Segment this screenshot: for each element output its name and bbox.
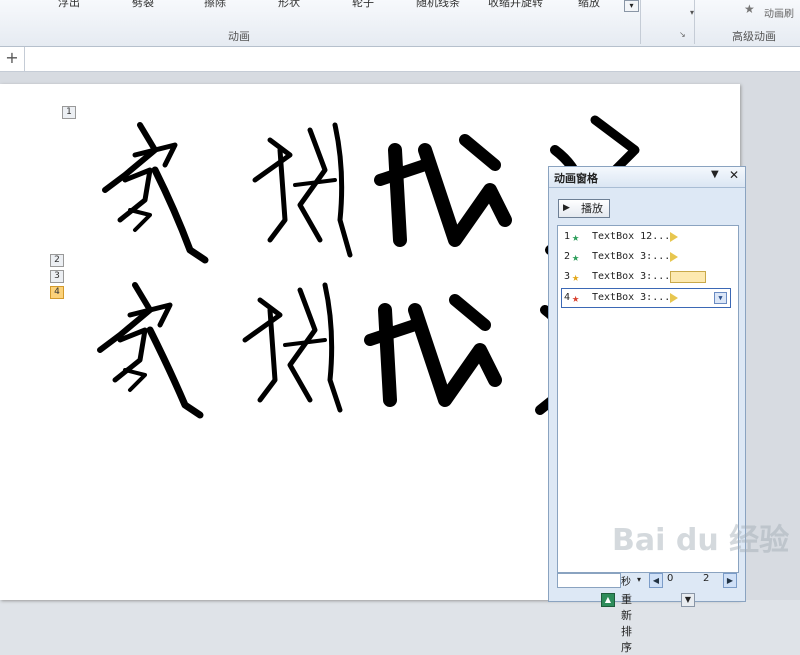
effect-grow-turn[interactable]: 收缩并旋转 xyxy=(488,0,543,8)
timeline-end: 2 xyxy=(703,573,710,584)
timing-marker-icon xyxy=(670,293,678,303)
watermark-logo: Bai du 经验 xyxy=(612,523,790,558)
slide-tab-bar: + xyxy=(0,47,800,72)
animation-tag-2[interactable]: 2 xyxy=(50,254,64,267)
timeline-unit[interactable]: 秒 xyxy=(621,573,631,588)
list-item[interactable]: 3 ★ TextBox 3:... xyxy=(562,268,730,286)
move-down-icon[interactable]: ▼ xyxy=(681,593,695,607)
gallery-more-icon[interactable]: ▾ xyxy=(624,0,639,12)
timing-marker-icon xyxy=(670,252,678,262)
timing-bar xyxy=(670,271,706,283)
entrance-star-icon: ★ xyxy=(572,250,580,264)
list-item[interactable]: 2 ★ TextBox 3:... xyxy=(562,248,730,266)
ribbon-divider xyxy=(694,0,695,44)
animation-brush-icon[interactable]: ★ xyxy=(744,2,755,16)
group-label-animation: 动画 xyxy=(228,30,250,43)
play-button[interactable]: ▶ 播放 xyxy=(558,199,610,218)
ribbon-divider xyxy=(640,0,641,44)
timing-marker-icon xyxy=(670,232,678,242)
item-number: 2 xyxy=(564,251,571,262)
animation-tag-4[interactable]: 4 xyxy=(50,286,64,299)
reorder-label: 重新排序 xyxy=(621,593,632,654)
item-label: TextBox 12... xyxy=(592,231,671,242)
scroll-left-icon[interactable]: ◀ xyxy=(649,573,663,588)
effect-wipe[interactable]: 擦除 xyxy=(204,0,226,8)
effect-shape[interactable]: 形状 xyxy=(278,0,300,8)
item-number: 1 xyxy=(564,231,571,242)
chevron-down-icon[interactable]: ▼ xyxy=(714,292,727,304)
chevron-down-icon[interactable]: ▾ xyxy=(637,575,641,584)
effect-split[interactable]: 劈裂 xyxy=(132,0,154,8)
play-label: 播放 xyxy=(581,202,603,215)
scroll-right-icon[interactable]: ▶ xyxy=(723,573,737,588)
emphasis-star-icon: ★ xyxy=(572,270,580,284)
timeline: 秒 ▾ ◀ 0 2 ▶ xyxy=(557,573,737,589)
dialog-launcher-icon[interactable]: ↘ xyxy=(679,30,688,39)
item-number: 4 xyxy=(564,292,571,303)
effect-fly-in[interactable]: 浮出 xyxy=(58,0,80,8)
ribbon: 浮出 劈裂 擦除 形状 轮子 随机线条 收缩并旋转 缩放 ▾ ★ 动画刷 ▾ 动… xyxy=(0,0,800,47)
close-icon[interactable]: ✕ xyxy=(729,168,739,182)
animation-tag-1[interactable]: 1 xyxy=(62,106,76,119)
list-item[interactable]: 1 ★ TextBox 12... xyxy=(562,228,730,246)
item-label: TextBox 3:... xyxy=(592,251,671,262)
add-icon[interactable]: + xyxy=(0,47,25,71)
effect-random-bars[interactable]: 随机线条 xyxy=(416,0,460,8)
move-up-icon[interactable]: ▲ xyxy=(601,593,615,607)
group-label-advanced-animation: 高级动画 xyxy=(732,30,776,43)
item-label: TextBox 3:... xyxy=(592,271,671,282)
effect-wheel[interactable]: 轮子 xyxy=(352,0,374,8)
effect-zoom[interactable]: 缩放 xyxy=(578,0,600,8)
animation-tag-3[interactable]: 3 xyxy=(50,270,64,283)
pane-header: 动画窗格 ▼ ✕ xyxy=(549,167,745,188)
list-item-selected[interactable]: 4 ★ TextBox 3:... ▼ xyxy=(561,288,731,308)
animation-brush-label[interactable]: 动画刷 xyxy=(764,5,794,20)
pane-menu-icon[interactable]: ▼ xyxy=(711,169,719,180)
dropdown-arrow-icon[interactable]: ▾ xyxy=(690,8,694,17)
entrance-star-icon: ★ xyxy=(572,230,580,244)
pane-title: 动画窗格 xyxy=(554,172,598,185)
item-number: 3 xyxy=(564,271,571,282)
timeline-start: 0 xyxy=(667,573,674,584)
ribbon-gallery: 浮出 劈裂 擦除 形状 轮子 随机线条 收缩并旋转 缩放 xyxy=(0,0,800,8)
item-label: TextBox 3:... xyxy=(592,292,671,303)
play-icon: ▶ xyxy=(563,203,570,213)
exit-star-icon: ★ xyxy=(572,291,580,305)
timeline-box[interactable] xyxy=(557,573,621,588)
